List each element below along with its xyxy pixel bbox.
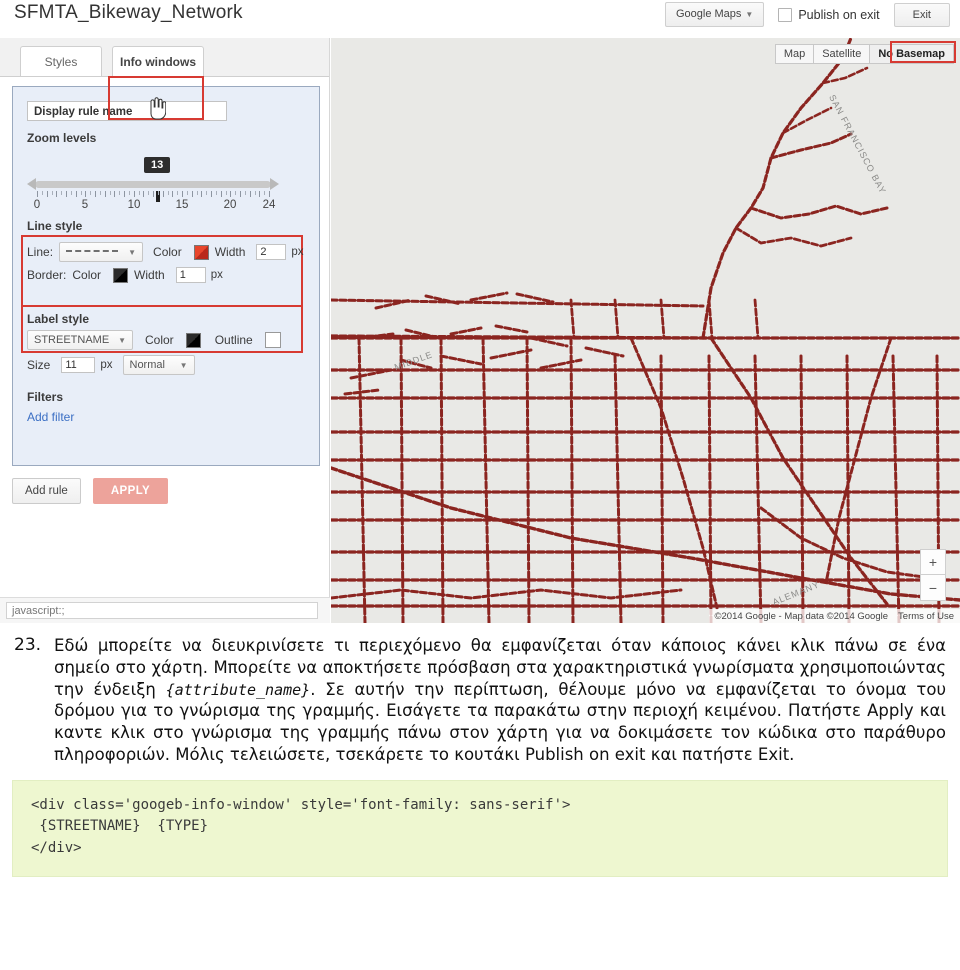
filters-heading: Filters — [27, 390, 64, 404]
basemap-option-satellite[interactable]: Satellite — [814, 44, 871, 64]
caption-attribute-token: {attribute_name} — [165, 680, 311, 699]
publish-on-exit-label: Publish on exit — [798, 7, 880, 22]
slider-right-cap-icon — [270, 178, 279, 190]
basemap-option-no-basemap[interactable]: No Basemap — [870, 44, 954, 64]
slider-rail[interactable] — [35, 181, 271, 188]
rule-action-buttons: Add rule APPLY — [12, 478, 169, 504]
hand-cursor-icon — [150, 97, 166, 120]
attribution-text: ©2014 Google - Map data ©2014 Google — [714, 610, 889, 622]
border-style-row: Border: Color Width 1 px — [27, 267, 223, 283]
line-width-input[interactable]: 2 — [256, 244, 287, 260]
terms-of-use-link[interactable]: Terms of Use — [898, 611, 954, 622]
line-color-label: Color — [153, 245, 182, 259]
border-color-label: Color — [72, 268, 102, 282]
label-outline-swatch[interactable] — [264, 332, 281, 348]
border-color-swatch[interactable] — [113, 267, 129, 283]
line-label: Line: — [27, 245, 54, 259]
zoom-levels-heading: Zoom levels — [27, 131, 97, 145]
label-weight-value: Normal — [129, 359, 165, 371]
chevron-down-icon: ▼ — [118, 335, 126, 345]
zoom-level-slider[interactable]: 13 0 5 10 15 20 24 — [27, 157, 279, 215]
tab-info-windows[interactable]: Info windows — [112, 46, 204, 76]
style-editor-panel: Styles Info windows Display rule name Zo… — [0, 38, 330, 623]
tab-styles[interactable]: Styles — [20, 46, 102, 76]
publish-on-exit-checkbox-wrap[interactable]: Publish on exit — [778, 7, 880, 22]
border-width-input[interactable]: 1 — [175, 267, 206, 283]
label-size-unit: px — [100, 359, 113, 371]
zoom-out-button[interactable]: − — [920, 575, 946, 601]
line-color-swatch[interactable] — [193, 244, 209, 260]
line-width-label: Width — [214, 245, 246, 259]
line-pattern-select[interactable]: ▼ — [59, 242, 144, 262]
border-label: Border: — [27, 268, 67, 282]
line-width-unit: px — [291, 246, 304, 258]
slider-tick-labels: 0 5 10 15 20 24 — [27, 199, 279, 215]
instruction-caption: 23. Εδώ μπορείτε να διευκρινίσετε τι περ… — [0, 623, 960, 766]
google-maps-label: Google Maps — [675, 8, 742, 20]
tick-label-0: 0 — [33, 199, 41, 211]
label-field-value: STREETNAME — [34, 334, 110, 346]
label-size-label: Size — [27, 358, 51, 372]
line-style-heading: Line style — [27, 219, 83, 233]
chevron-down-icon: ▼ — [745, 10, 754, 19]
app-header: SFMTA_Bikeway_Network Google Maps ▼ Publi… — [0, 0, 960, 38]
editor-tabbar: Styles Info windows — [0, 38, 329, 77]
label-field-row: STREETNAME ▼ Color Outline — [27, 330, 287, 350]
tick-label-5: 5 — [81, 199, 89, 211]
zoom-in-button[interactable]: + — [920, 549, 946, 575]
map-viewport[interactable]: SAN FRANCISCO BAY MIDDLE ALEMANY Map Sat… — [331, 38, 960, 623]
publish-on-exit-checkbox[interactable] — [778, 7, 793, 22]
map-attribution: ©2014 Google - Map data ©2014 Google Ter… — [708, 609, 960, 623]
border-width-label: Width — [134, 268, 165, 282]
slider-ticks — [37, 191, 270, 199]
label-size-row: Size 11 px Normal ▼ — [27, 355, 195, 375]
label-outline-label: Outline — [214, 333, 253, 347]
page-title: SFMTA_Bikeway_Network — [14, 2, 243, 23]
tick-label-20: 20 — [223, 199, 237, 211]
chevron-down-icon: ▼ — [128, 247, 137, 257]
label-style-heading: Label style — [27, 312, 90, 326]
map-zoom-controls: + − — [920, 549, 946, 601]
dashed-line-icon — [66, 250, 119, 254]
label-color-swatch[interactable] — [185, 332, 201, 348]
slider-value-tooltip: 13 — [144, 157, 171, 173]
main-area: Styles Info windows Display rule name Zo… — [0, 38, 960, 623]
line-style-row: Line: ▼ Color Width 2 px — [27, 242, 304, 262]
caption-text: Εδώ μπορείτε να διευκρινίσετε τι περιεχό… — [54, 635, 946, 766]
tick-label-24: 24 — [262, 199, 276, 211]
header-controls: Google Maps ▼ Publish on exit Exit — [664, 2, 950, 27]
exit-button[interactable]: Exit — [893, 2, 950, 27]
add-rule-button[interactable]: Add rule — [12, 478, 81, 504]
info-window-code-block[interactable]: <div class='googeb-info-window' style='f… — [12, 779, 948, 877]
status-bar-text[interactable]: javascript:; — [6, 602, 318, 619]
add-filter-link[interactable]: Add filter — [27, 410, 74, 424]
border-width-unit: px — [210, 269, 223, 281]
bikeway-network-overlay — [331, 38, 960, 623]
browser-status-bar: javascript:; — [0, 597, 330, 623]
caption-number: 23. — [14, 635, 42, 655]
tick-label-15: 15 — [175, 199, 189, 211]
google-maps-dropdown[interactable]: Google Maps ▼ — [664, 2, 765, 27]
display-rule-card: Display rule name Zoom levels 13 0 5 10 … — [12, 86, 320, 466]
apply-button[interactable]: APPLY — [92, 478, 169, 504]
label-field-select[interactable]: STREETNAME ▼ — [27, 330, 133, 350]
slider-left-cap-icon — [27, 178, 36, 190]
basemap-option-map[interactable]: Map — [774, 44, 815, 64]
label-size-input[interactable]: 11 — [61, 357, 96, 373]
rule-name-input[interactable]: Display rule name — [27, 101, 227, 121]
chevron-down-icon: ▼ — [179, 360, 188, 370]
basemap-switcher: Map Satellite No Basemap — [774, 44, 954, 64]
tick-label-10: 10 — [127, 199, 141, 211]
label-color-label: Color — [145, 333, 174, 347]
label-weight-select[interactable]: Normal ▼ — [122, 355, 195, 375]
